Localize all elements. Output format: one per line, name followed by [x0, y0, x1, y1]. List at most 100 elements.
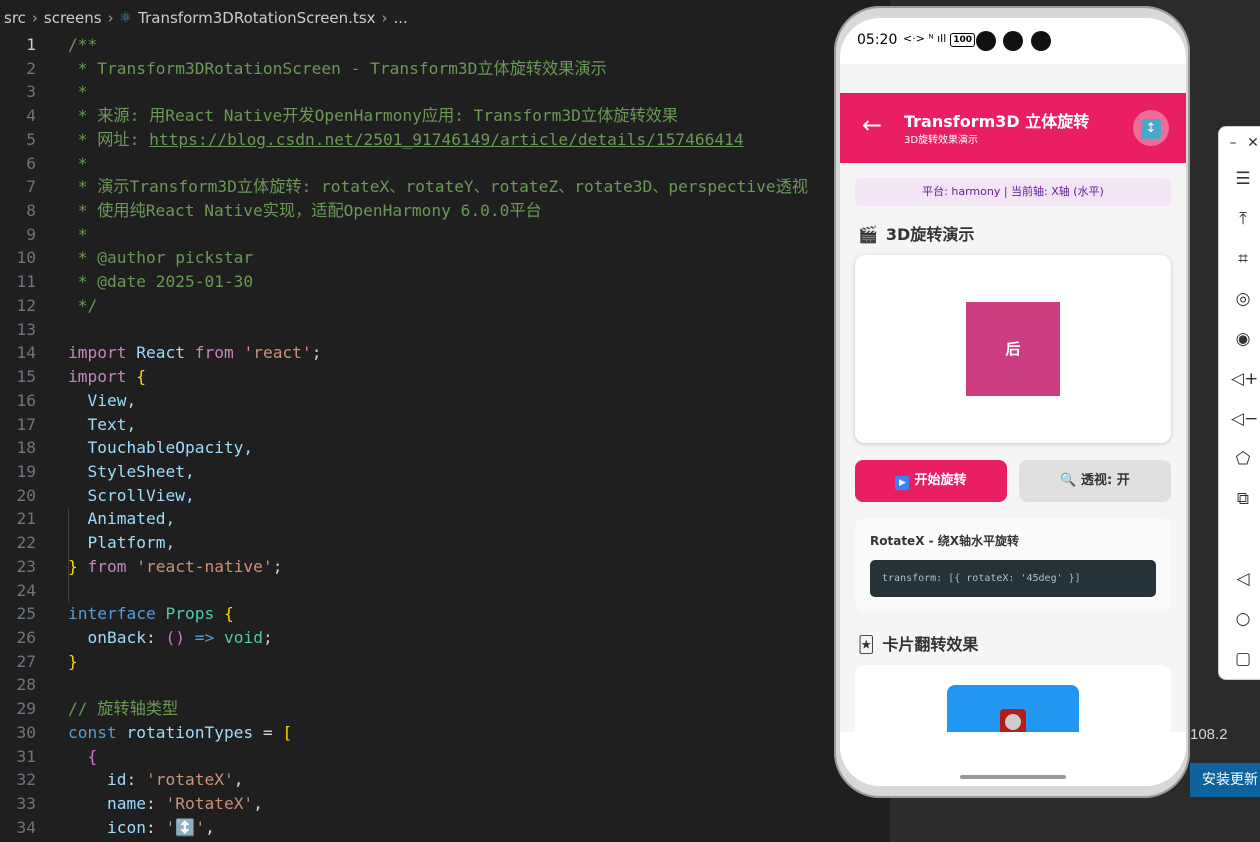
code-text: */	[68, 295, 98, 315]
code-editor[interactable]: 1 /** 2 * Transform3DRotationScreen - Tra…	[0, 33, 840, 842]
chevron-right-icon: ›	[107, 9, 114, 27]
line-number: 28	[16, 675, 37, 695]
code-line: 34 icon: '↕️',	[0, 816, 840, 840]
code-text: * 演示Transform3D立体旋转: rotateX、rotateY、rot…	[68, 177, 809, 197]
line-number: 8	[26, 201, 36, 221]
code-line: 13	[0, 318, 840, 342]
code-text: StyleSheet,	[87, 461, 195, 481]
line-number: 14	[16, 343, 37, 363]
back-arrow-icon[interactable]: ←	[862, 111, 882, 139]
rotation-info-card: RotateX - 绕X轴水平旋转 transform: [{ rotateX:…	[855, 518, 1171, 612]
code-line: 6 *	[0, 152, 840, 176]
code-text: *	[68, 82, 88, 102]
chevron-right-icon: ›	[31, 9, 38, 27]
notification-dot-icon	[1031, 31, 1051, 51]
code-text: onBack: () => void;	[87, 627, 273, 647]
code-text: *	[68, 153, 88, 173]
volume-down-icon[interactable]: ◁−	[1231, 407, 1258, 431]
install-update-button[interactable]: 安装更新	[1190, 763, 1260, 797]
code-text: * 网址: https://blog.csdn.net/2501_9174614…	[68, 128, 744, 152]
info-title: RotateX - 绕X轴水平旋转	[870, 534, 1020, 548]
volume-up-icon[interactable]: ◁+	[1231, 367, 1258, 391]
status-time: 05:20	[857, 32, 898, 48]
fold-icon[interactable]: ⧉	[1231, 487, 1255, 511]
code-line: 16 View,	[0, 389, 840, 413]
line-number: 12	[16, 295, 37, 315]
screenshot-icon[interactable]: ◉	[1231, 327, 1255, 351]
home-indicator[interactable]	[960, 775, 1066, 779]
line-number: 29	[16, 699, 37, 719]
code-text: * @author pickstar	[68, 248, 254, 268]
line-number: 18	[16, 438, 37, 458]
line-number: 34	[16, 817, 37, 837]
crop-icon[interactable]: ⌗	[1231, 247, 1255, 271]
code-text: id: 'rotateX',	[106, 770, 244, 790]
code-text: * 使用纯React Native实现，适配OpenHarmony 6.0.0平…	[68, 201, 542, 221]
code-line: 5 * 网址: https://blog.csdn.net/2501_91746…	[0, 128, 840, 152]
code-line: 7 * 演示Transform3D立体旋转: rotateX、rotateY、r…	[0, 175, 840, 199]
line-number: 9	[26, 224, 36, 244]
rotate-icon[interactable]: ⬠	[1231, 447, 1255, 471]
code-text: }	[68, 651, 78, 671]
code-line: 3 *	[0, 80, 840, 104]
line-number: 23	[16, 556, 37, 576]
up-down-arrow-icon: ↕	[1141, 118, 1161, 139]
line-number: 10	[16, 248, 37, 268]
line-number: 21	[16, 509, 37, 529]
record-icon[interactable]: ◎	[1231, 287, 1255, 311]
code-text: const rotationTypes = [	[68, 722, 293, 742]
breadcrumb-file[interactable]: Transform3DRotationScreen.tsx	[138, 9, 375, 27]
home-nav-icon[interactable]: ○	[1231, 607, 1255, 631]
line-number: 33	[16, 794, 37, 813]
code-line: 15 import {	[0, 365, 840, 389]
code-line: 33 name: 'RotateX',	[0, 792, 840, 816]
line-number: 25	[16, 604, 37, 624]
perspective-toggle-button[interactable]: 🔍 透视: 开	[1019, 460, 1171, 502]
recents-nav-icon[interactable]: ▢	[1231, 647, 1255, 671]
upload-icon[interactable]: ⤒	[1231, 207, 1255, 231]
breadcrumb-src[interactable]: src	[4, 9, 26, 27]
code-text: * @date 2025-01-30	[68, 272, 254, 292]
code-line: 24	[0, 579, 840, 603]
line-number: 6	[26, 153, 36, 173]
notification-dot-icon	[976, 31, 996, 51]
rotating-box[interactable]: 后	[966, 302, 1060, 396]
line-number: 24	[16, 580, 37, 600]
code-text: /**	[68, 35, 98, 54]
status-bar: 05:20 <·> ᴺ ıll 100	[840, 18, 1186, 64]
back-nav-icon[interactable]: ◁	[1231, 567, 1255, 591]
code-text: import React from 'react';	[68, 343, 322, 363]
start-rotation-button[interactable]: ▶ 开始旋转	[855, 460, 1007, 502]
code-line: 19 StyleSheet,	[0, 460, 840, 484]
code-line: 17 Text,	[0, 413, 840, 437]
signal-icon: <·> ᴺ ıll 100	[903, 32, 976, 47]
line-number: 26	[16, 627, 37, 647]
rotation-demo-card: 后	[855, 255, 1171, 443]
code-text: interface Props {	[68, 604, 234, 624]
code-text: Text,	[87, 414, 137, 434]
line-number: 7	[26, 177, 36, 197]
close-icon[interactable]: ✕	[1241, 131, 1260, 155]
code-line: 21 Animated,	[0, 507, 840, 531]
breadcrumb-tail[interactable]: ...	[394, 9, 408, 27]
url-link[interactable]: https://blog.csdn.net/2501_91746149/arti…	[149, 130, 744, 149]
line-number: 11	[16, 272, 37, 292]
card-icon: 🃏	[858, 635, 875, 654]
code-line: 10 * @author pickstar	[0, 246, 840, 270]
code-text: import {	[68, 367, 146, 387]
code-line: 26 onBack: () => void;	[0, 626, 840, 650]
code-text: {	[87, 746, 98, 766]
axis-toggle-button[interactable]: ↕	[1133, 110, 1169, 146]
line-number: 1	[26, 35, 36, 54]
menu-icon[interactable]: ☰	[1231, 167, 1255, 191]
line-number: 16	[16, 390, 37, 410]
breadcrumb-screens[interactable]: screens	[44, 9, 102, 27]
section-title-demo: 🎬 3D旋转演示	[858, 225, 975, 244]
line-number: 15	[16, 367, 37, 387]
code-text: ScrollView,	[87, 485, 195, 505]
app-header: ← Transform3D 立体旋转 3D旋转效果演示 ↕	[840, 93, 1186, 163]
phone-screen: 05:20 <·> ᴺ ıll 100 ← Transform3D 立体旋转 3D…	[840, 18, 1186, 786]
clapper-icon: 🎬	[858, 225, 878, 244]
comment-text: * 网址:	[68, 129, 150, 149]
line-number: 30	[16, 722, 37, 742]
